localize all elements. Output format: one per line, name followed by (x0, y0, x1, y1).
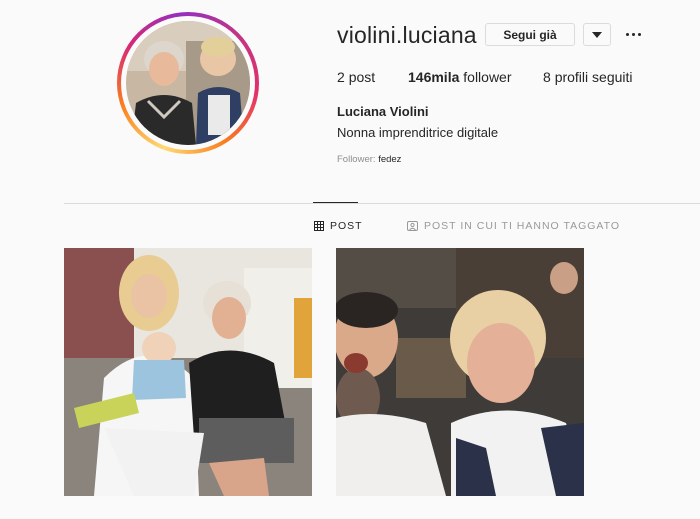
following-button[interactable]: Segui già (485, 23, 575, 46)
post-thumbnail-1[interactable] (64, 248, 312, 496)
profile-username: violini.luciana (337, 22, 477, 48)
followers-count: 146mila (408, 69, 460, 85)
following-count: 8 (543, 69, 551, 85)
profile-avatar[interactable] (117, 12, 259, 154)
tab-posts[interactable]: POST (314, 220, 363, 232)
active-tab-indicator (313, 202, 358, 203)
ellipsis-icon-dot-3 (637, 32, 641, 36)
avatar-photo (126, 21, 250, 145)
profile-bio: Nonna imprenditrice digitale (337, 125, 499, 140)
posts-count: 2 (337, 69, 345, 85)
following-label: profili seguiti (554, 69, 633, 85)
photo-post-1 (64, 248, 312, 496)
tab-posts-label: POST (330, 220, 363, 232)
followed-by-label: Follower: (337, 154, 376, 165)
profile-full-name: Luciana Violini (337, 104, 429, 119)
grid-icon (314, 221, 324, 231)
posts-stat: 2 post (337, 69, 375, 85)
suggestions-dropdown-button[interactable] (583, 23, 611, 46)
tab-tagged[interactable]: POST IN CUI TI HANNO TAGGATO (407, 220, 620, 232)
tag-icon (407, 221, 418, 231)
caret-down-icon (592, 31, 602, 38)
followed-by: Follower: fedez (337, 154, 401, 165)
more-options-button[interactable] (622, 27, 644, 41)
post-thumbnail-2[interactable] (336, 248, 584, 496)
photo-post-2 (336, 248, 584, 496)
followed-by-user-link[interactable]: fedez (378, 154, 401, 165)
tab-tagged-label: POST IN CUI TI HANNO TAGGATO (424, 220, 621, 232)
followers-label: follower (463, 69, 512, 85)
ellipsis-icon-dot-2 (631, 32, 635, 36)
posts-label: post (348, 69, 376, 85)
avatar-image (126, 21, 250, 145)
tabs-divider (64, 203, 700, 204)
ellipsis-icon (625, 32, 629, 36)
following-stat[interactable]: 8 profili seguiti (543, 69, 633, 85)
followers-stat[interactable]: 146mila follower (408, 69, 512, 85)
